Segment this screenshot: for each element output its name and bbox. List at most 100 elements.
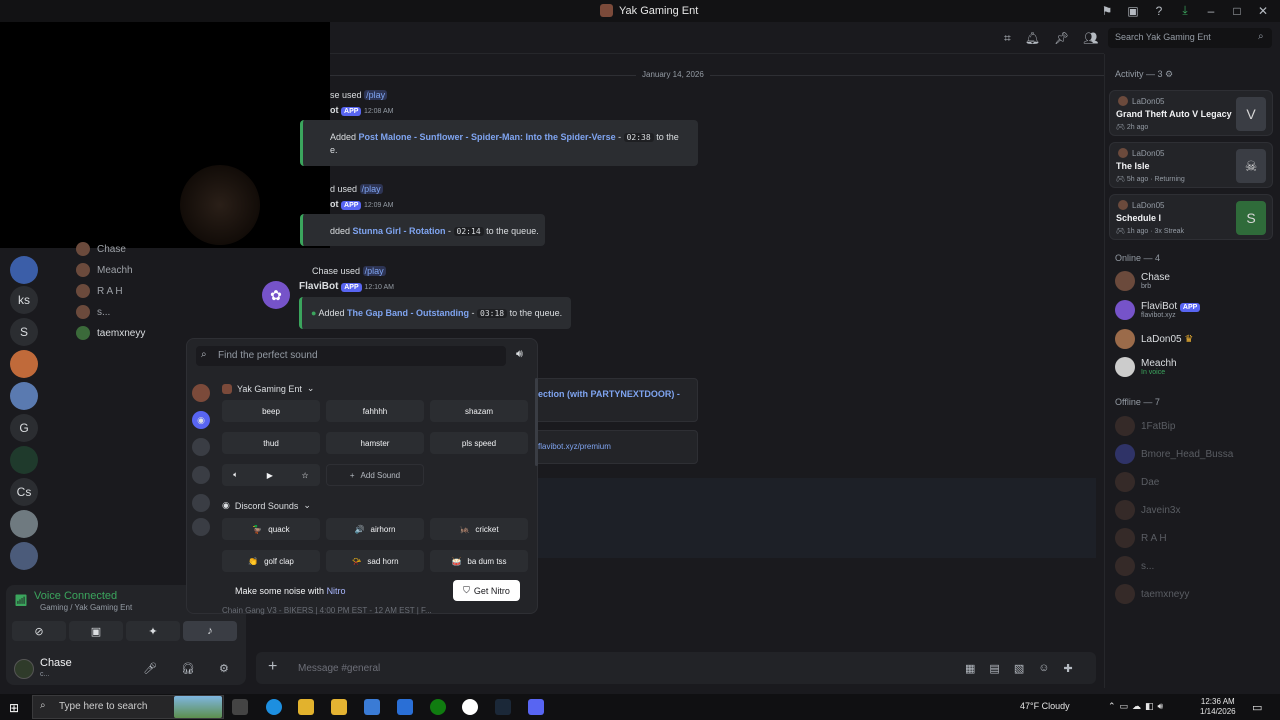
threads-icon[interactable]: ⚑: [1100, 4, 1114, 18]
server-icon[interactable]: [192, 438, 210, 456]
sound-button[interactable]: pls speed: [430, 432, 528, 454]
volume-icon[interactable]: 🔊︎: [516, 348, 523, 361]
help-icon[interactable]: ?: [1152, 4, 1166, 18]
server-icon[interactable]: [10, 350, 38, 378]
server-icon[interactable]: Cs: [10, 478, 38, 506]
avatar[interactable]: [14, 659, 34, 679]
pin-icon[interactable]: 📌︎: [1054, 31, 1069, 46]
sound-button[interactable]: 🥁 ba dum tss: [430, 550, 528, 572]
sound-button[interactable]: 🔊 airhorn: [326, 518, 424, 540]
sound-button[interactable]: 📯 sad horn: [326, 550, 424, 572]
server-icon[interactable]: G: [10, 414, 38, 442]
mic-icon[interactable]: 🎤︎: [143, 662, 157, 675]
server-icon[interactable]: [10, 446, 38, 474]
emoji-icon[interactable]: ☺: [1038, 662, 1049, 675]
member-item[interactable]: s...: [1115, 556, 1154, 576]
gif-icon[interactable]: ▤: [989, 662, 999, 675]
task-view-icon[interactable]: [232, 699, 248, 715]
apps-icon[interactable]: ✚: [1063, 662, 1072, 675]
sound-button[interactable]: beep: [222, 400, 320, 422]
sound-button[interactable]: 🦆 quack: [222, 518, 320, 540]
weather[interactable]: 47°F Cloudy: [1020, 701, 1070, 711]
get-nitro-button[interactable]: ⛉ Get Nitro: [453, 580, 520, 601]
maximize-icon[interactable]: □: [1230, 4, 1244, 18]
voice-member[interactable]: Meachh: [76, 263, 133, 277]
embed-text[interactable]: ection (with PARTYNEXTDOOR) -: [538, 389, 680, 399]
member-item[interactable]: taemxneyy: [1115, 584, 1189, 604]
sound-hover-button[interactable]: 🔈︎ ▶ ☆: [222, 464, 320, 486]
soundboard-category[interactable]: ◉ Discord Sounds ⌄: [222, 500, 311, 511]
member-item[interactable]: LaDon05 ♛: [1115, 329, 1193, 349]
activity-card[interactable]: LaDon05 Schedule I 🎮︎ 1h ago · 3x Streak…: [1109, 194, 1273, 240]
sound-button[interactable]: thud: [222, 432, 320, 454]
flavibot-avatar[interactable]: ✿: [262, 281, 290, 309]
member-item[interactable]: Meachh In voice: [1115, 357, 1177, 377]
gear-icon[interactable]: ⚙: [219, 662, 229, 675]
server-icon[interactable]: [10, 256, 38, 284]
add-sound-button[interactable]: + Add Sound: [326, 464, 424, 486]
camera-off-button[interactable]: ⊘: [12, 621, 66, 641]
members-icon[interactable]: 👥︎: [1083, 31, 1098, 46]
member-item[interactable]: Javein3x: [1115, 500, 1180, 520]
activities-button[interactable]: ✦: [126, 621, 180, 641]
member-item[interactable]: 1FatBip: [1115, 416, 1175, 436]
sound-button[interactable]: fahhhh: [326, 400, 424, 422]
search-input[interactable]: Search Yak Gaming Ent: [1108, 28, 1272, 48]
xbox-icon[interactable]: [430, 699, 446, 715]
server-icon[interactable]: S: [10, 318, 38, 346]
server-icon[interactable]: [192, 466, 210, 484]
plus-icon[interactable]: +: [268, 658, 277, 676]
server-icon[interactable]: [10, 542, 38, 570]
soundboard-button[interactable]: ♪: [183, 621, 237, 641]
inbox-icon[interactable]: ▣: [1126, 4, 1140, 18]
sound-button[interactable]: 🦗 cricket: [430, 518, 528, 540]
edge-icon[interactable]: [266, 699, 282, 715]
file-explorer-icon[interactable]: [331, 699, 347, 715]
clock[interactable]: 12:36 AM 1/14/2026: [1200, 697, 1236, 717]
screen-share-button[interactable]: ▣: [69, 621, 123, 641]
author-name[interactable]: FlaviBot: [299, 281, 338, 292]
command-link[interactable]: /play: [362, 266, 386, 276]
member-item[interactable]: Bmore_Head_Bussa: [1115, 444, 1233, 464]
command-link[interactable]: /play: [359, 184, 383, 194]
notification-icon[interactable]: ▭: [1252, 701, 1262, 714]
copilot-icon[interactable]: [298, 699, 314, 715]
server-icon[interactable]: [192, 384, 210, 402]
member-item[interactable]: Chase brb: [1115, 271, 1170, 291]
server-icon[interactable]: ks: [10, 286, 38, 314]
server-icon[interactable]: [192, 494, 210, 512]
activity-card[interactable]: LaDon05 Grand Theft Auto V Legacy 🎮︎ 2h …: [1109, 90, 1273, 136]
server-icon[interactable]: [192, 518, 210, 536]
member-item[interactable]: Dae: [1115, 472, 1159, 492]
discord-icon[interactable]: ◉: [192, 411, 210, 429]
download-icon[interactable]: ⤓: [1178, 3, 1192, 18]
voice-member[interactable]: R A H: [76, 284, 123, 298]
system-tray[interactable]: ⌃▭☁◧🔊︎: [1108, 701, 1167, 712]
chatgpt-icon[interactable]: [462, 699, 478, 715]
minimize-icon[interactable]: –: [1204, 4, 1218, 18]
headset-icon[interactable]: 🎧︎: [181, 662, 195, 675]
command-link[interactable]: /play: [364, 90, 388, 100]
sound-button[interactable]: 👏 golf clap: [222, 550, 320, 572]
steam-icon[interactable]: [495, 699, 511, 715]
server-icon[interactable]: [10, 510, 38, 538]
threads-icon[interactable]: ⌗: [1004, 31, 1011, 46]
voice-member[interactable]: s...: [76, 305, 110, 319]
sticker-icon[interactable]: ▧: [1014, 662, 1024, 675]
store-icon[interactable]: [364, 699, 380, 715]
outlook-icon[interactable]: [397, 699, 413, 715]
voice-member[interactable]: Chase: [76, 242, 126, 256]
voice-channel[interactable]: Gaming / Yak Gaming Ent: [40, 603, 132, 612]
sound-button[interactable]: shazam: [430, 400, 528, 422]
gift-icon[interactable]: ▦: [965, 662, 975, 675]
close-icon[interactable]: ✕: [1256, 4, 1270, 18]
activity-card[interactable]: LaDon05 The Isle 🎮︎ 5h ago · Returning ☠: [1109, 142, 1273, 188]
scrollbar[interactable]: [535, 378, 538, 466]
discord-icon[interactable]: [528, 699, 544, 715]
windows-start-icon[interactable]: ⊞: [9, 701, 19, 715]
server-icon[interactable]: [10, 382, 38, 410]
member-item[interactable]: FlaviBot APP flavibot.xyz: [1115, 300, 1201, 320]
premium-link[interactable]: flavibot.xyz/premium: [538, 442, 611, 451]
user-name[interactable]: Chase: [40, 657, 72, 669]
sound-button[interactable]: hamster: [326, 432, 424, 454]
